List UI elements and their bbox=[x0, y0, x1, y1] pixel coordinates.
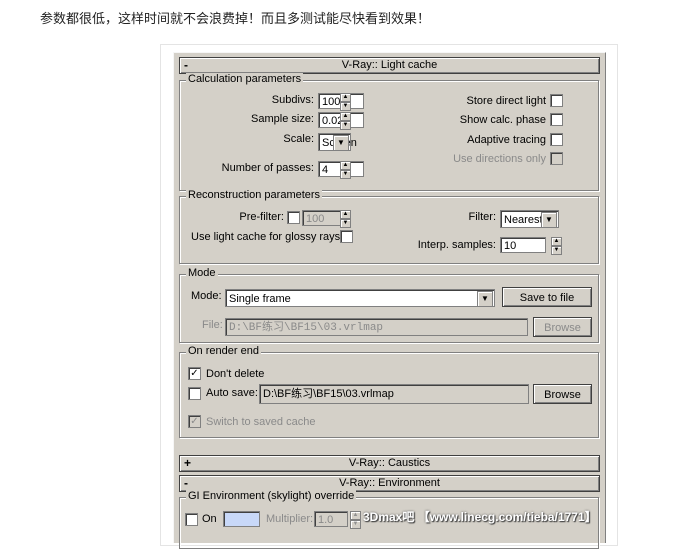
mode-label: Mode: bbox=[191, 290, 222, 302]
use-directions-label: Use directions only bbox=[453, 153, 546, 165]
interp-spinner[interactable]: ▲ ▼ bbox=[551, 237, 562, 255]
auto-save-checkbox[interactable] bbox=[188, 387, 201, 400]
browse-autosave-button[interactable]: Browse bbox=[533, 384, 592, 404]
interp-input[interactable]: 10 bbox=[500, 237, 546, 253]
show-calc-label: Show calc. phase bbox=[459, 114, 546, 126]
chevron-down-icon: ▼ bbox=[541, 212, 557, 228]
post-caption: 参数都很低，这样时间就不会浪费掉！而且多测试能尽快看到效果！ bbox=[40, 11, 431, 26]
save-to-file-button[interactable]: Save to file bbox=[502, 287, 592, 307]
rollout-header-caustics[interactable]: + V-Ray:: Caustics bbox=[179, 455, 600, 472]
dont-delete-checkbox[interactable]: ✓ bbox=[188, 367, 201, 380]
mode-dropdown[interactable]: Single frame ▼ bbox=[225, 289, 495, 307]
scale-dropdown[interactable]: Screen ▼ bbox=[318, 133, 357, 151]
group-legend: On render end bbox=[186, 345, 261, 357]
mode-value: Single frame bbox=[229, 293, 291, 305]
interp-label: Interp. samples: bbox=[417, 239, 496, 251]
rollout-header-light-cache[interactable]: - V-Ray:: Light cache bbox=[179, 57, 600, 74]
switch-cache-checkbox[interactable]: ✓ bbox=[188, 415, 201, 428]
adaptive-label: Adaptive tracing bbox=[467, 134, 546, 146]
passes-label: Number of passes: bbox=[221, 162, 314, 174]
filter-value: Nearest bbox=[504, 214, 543, 226]
rollout-title: V-Ray:: Light cache bbox=[341, 59, 438, 71]
group-legend: Mode bbox=[186, 267, 218, 279]
file-path-field[interactable]: D:\BF练习\BF15\03.vrlmap bbox=[225, 318, 528, 336]
switch-cache-label: Switch to saved cache bbox=[206, 416, 316, 428]
vray-render-panel: - V-Ray:: Light cache Calculation parame… bbox=[173, 52, 606, 549]
subdivs-label: Subdivs: bbox=[271, 94, 314, 106]
filter-label: Filter: bbox=[468, 211, 497, 223]
group-legend: Reconstruction parameters bbox=[186, 189, 323, 201]
use-directions-checkbox[interactable] bbox=[550, 152, 563, 165]
file-label: File: bbox=[202, 319, 223, 331]
chevron-down-icon: ▼ bbox=[477, 291, 493, 307]
prefilter-input[interactable]: 100 bbox=[302, 210, 342, 226]
prefilter-spinner[interactable]: ▲ ▼ bbox=[340, 210, 351, 228]
glossy-label: Use light cache for glossy rays bbox=[191, 231, 341, 243]
group-legend: GI Environment (skylight) override bbox=[186, 490, 357, 502]
dont-delete-label: Don't delete bbox=[206, 368, 265, 380]
prefilter-checkbox[interactable] bbox=[287, 211, 300, 224]
store-direct-checkbox[interactable] bbox=[550, 94, 563, 107]
gi-env-on-checkbox[interactable] bbox=[185, 513, 198, 526]
multiplier-spinner[interactable]: ▲ ▼ bbox=[350, 511, 361, 529]
sample-size-spinner[interactable]: ▲ ▼ bbox=[340, 112, 351, 130]
show-calc-checkbox[interactable] bbox=[550, 113, 563, 126]
scale-label: Scale: bbox=[283, 133, 314, 145]
multiplier-input[interactable]: 1.0 bbox=[314, 511, 348, 527]
glossy-checkbox[interactable] bbox=[340, 230, 353, 243]
store-direct-label: Store direct light bbox=[466, 95, 546, 107]
passes-spinner[interactable]: ▲ ▼ bbox=[340, 161, 351, 179]
gi-env-on-label: On bbox=[202, 513, 217, 525]
multiplier-label: Multiplier: bbox=[266, 513, 314, 525]
adaptive-checkbox[interactable] bbox=[550, 133, 563, 146]
filter-dropdown[interactable]: Nearest ▼ bbox=[500, 210, 559, 228]
auto-save-path-field[interactable]: D:\BF练习\BF15\03.vrlmap bbox=[259, 384, 529, 404]
auto-save-label: Auto save: bbox=[206, 387, 258, 399]
chevron-down-icon: ▼ bbox=[333, 135, 349, 151]
watermark: 3Dmax吧 【www.linecg.com/tieba/1771】 bbox=[363, 510, 597, 524]
subdivs-spinner[interactable]: ▲ ▼ bbox=[340, 93, 351, 111]
sample-size-label: Sample size: bbox=[251, 113, 314, 125]
group-reconstruction-parameters: Reconstruction parameters bbox=[179, 189, 599, 264]
browse-file-button[interactable]: Browse bbox=[533, 317, 592, 337]
rollout-title: V-Ray:: Caustics bbox=[348, 457, 431, 469]
prefilter-label: Pre-filter: bbox=[239, 211, 284, 223]
rollout-title: V-Ray:: Environment bbox=[339, 477, 440, 489]
gi-env-color-swatch[interactable] bbox=[223, 511, 260, 527]
group-legend: Calculation parameters bbox=[186, 73, 304, 85]
